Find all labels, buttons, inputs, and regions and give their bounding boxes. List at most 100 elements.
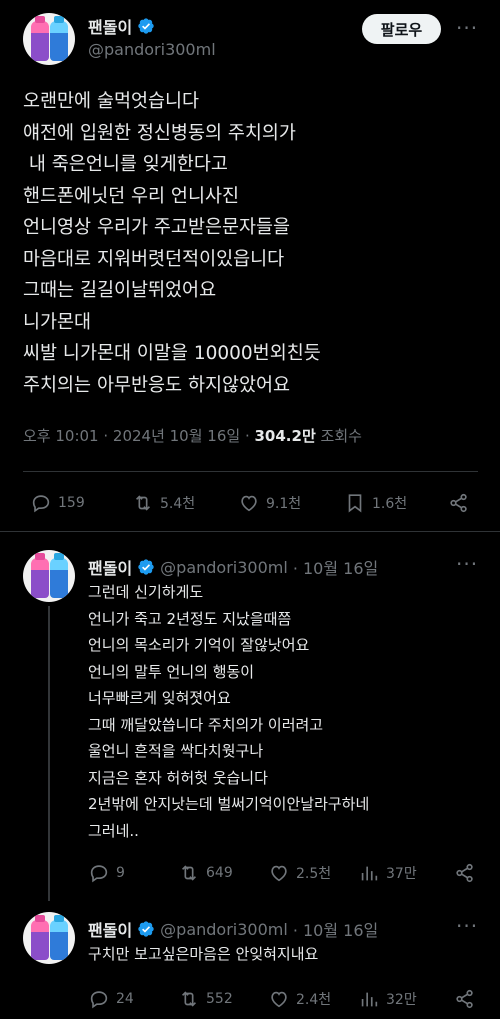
share-icon <box>456 863 473 883</box>
bottle-icon <box>50 553 68 598</box>
like-count: 9.1천 <box>266 496 302 512</box>
display-name[interactable]: 팬돌이 <box>88 14 132 38</box>
views-button[interactable]: 32만 <box>358 988 454 1010</box>
post-line: 구치만 보고싶은마음은 안잊혀지내요 <box>88 945 319 963</box>
repost-count: 649 <box>206 865 233 881</box>
thread-line <box>48 606 50 901</box>
reply-button[interactable]: 24 <box>88 988 178 1010</box>
heart-icon <box>271 991 287 1008</box>
author-handle[interactable]: @pandori300ml <box>88 40 216 59</box>
verified-badge-icon <box>138 18 154 34</box>
reply-count: 159 <box>58 495 85 511</box>
more-options-icon[interactable]: ··· <box>456 914 478 938</box>
share-button[interactable] <box>454 988 476 1010</box>
view-count: 304.2만 <box>254 427 316 445</box>
post-line: 씨발 니가몬대 이말을 10000번외친듯 <box>23 343 321 364</box>
share-button[interactable] <box>454 862 476 884</box>
analytics-icon <box>361 866 378 881</box>
repost-icon <box>181 865 197 881</box>
main-post: 팬돌이 @pandori300ml 팔로우 ··· 오랜만에 술먹엇습니다 얘전… <box>0 0 500 530</box>
repost-icon <box>181 991 197 1007</box>
like-count: 2.4천 <box>296 992 332 1008</box>
post-body: 오랜만에 술먹엇습니다 얘전에 입원한 정신병동의 주치의가 내 죽은언니를 잊… <box>23 86 483 401</box>
more-options-icon[interactable]: ··· <box>456 16 478 40</box>
view-count: 37만 <box>386 866 417 882</box>
like-button[interactable]: 2.5천 <box>268 862 358 884</box>
divider <box>23 471 478 472</box>
like-count: 2.5천 <box>296 866 332 882</box>
bottle-icon <box>31 553 49 598</box>
reply-icon <box>90 865 108 883</box>
post-line: 울언니 흔적을 싹다치웟구나 <box>88 742 264 760</box>
post-date[interactable]: · 10월 16일 <box>293 555 378 579</box>
post-line: 그런데 신기하게도 <box>88 583 204 601</box>
like-button[interactable]: 9.1천 <box>238 492 344 514</box>
more-options-icon[interactable]: ··· <box>456 552 478 576</box>
post-line: 2년밖에 안지낫는데 벌써기억이안날라구하네 <box>88 795 370 813</box>
post-line: 너무빠르게 잊혀졋어요 <box>88 689 231 707</box>
share-button[interactable] <box>448 492 470 514</box>
post-meta: 오후 10:01 · 2024년 10월 16일 · 304.2만 조회수 <box>23 425 362 446</box>
reply-count: 9 <box>116 865 125 881</box>
share-icon <box>456 989 473 1009</box>
reply-body: 구치만 보고싶은마음은 안잊혀지내요 <box>88 941 318 968</box>
verified-badge-icon <box>138 559 154 575</box>
display-name[interactable]: 팬돌이 <box>88 917 132 941</box>
heart-icon <box>241 495 257 512</box>
view-count: 32만 <box>386 992 417 1008</box>
repost-icon <box>135 495 151 511</box>
post-line: 핸드폰에닛던 우리 언니사진 <box>23 185 240 207</box>
post-line: 주치의는 아무반응도 하지않았어요 <box>23 374 291 396</box>
bottle-icon <box>50 915 68 960</box>
like-button[interactable]: 2.4천 <box>268 988 358 1010</box>
action-bar: 159 5.4천 9.1천 1.6천 <box>30 492 470 514</box>
post-line: 내 죽은언니를 잊게한다고 <box>23 154 228 175</box>
reply-button[interactable]: 159 <box>30 492 132 514</box>
repost-button[interactable]: 552 <box>178 988 268 1010</box>
author-name-row: 팬돌이 <box>88 14 155 38</box>
avatar[interactable] <box>23 13 75 65</box>
avatar[interactable] <box>23 912 75 964</box>
reply-count: 24 <box>116 991 134 1007</box>
post-line: 마음대로 지워버렷던적이있읍니다 <box>23 248 285 270</box>
post-line: 언니의 말투 언니의 행동이 <box>88 662 255 681</box>
bookmark-count: 1.6천 <box>372 496 408 512</box>
post-line: 니가몬대 <box>23 311 92 333</box>
reply-body: 그런데 신기하게도 언니가 죽고 2년정도 지났을때쯤 언니의 목소리가 기억이… <box>88 579 369 844</box>
post-line: 언니가 죽고 2년정도 지났을때쯤 <box>88 609 292 628</box>
divider <box>0 531 500 532</box>
author-name-row: 팬돌이 @pandori300ml · 10월 16일 <box>88 555 378 579</box>
post-line: 얘전에 입원한 정신병동의 주치의가 <box>23 122 296 144</box>
post-line: 그때는 길길이날뛰었어요 <box>23 280 217 301</box>
bookmark-button[interactable]: 1.6천 <box>344 492 448 514</box>
reply-icon <box>90 991 108 1009</box>
view-label: 조회수 <box>315 427 362 445</box>
reply-icon <box>32 495 50 513</box>
display-name[interactable]: 팬돌이 <box>88 555 132 579</box>
action-bar: 9 649 2.5천 37만 <box>88 862 476 884</box>
heart-icon <box>271 865 287 882</box>
post-line: 그러네.. <box>88 821 139 840</box>
avatar[interactable] <box>23 550 75 602</box>
post-date[interactable]: · 10월 16일 <box>293 917 378 941</box>
bottle-icon <box>31 915 49 960</box>
views-button[interactable]: 37만 <box>358 862 454 884</box>
analytics-icon <box>361 992 378 1007</box>
verified-badge-icon <box>138 921 154 937</box>
author-handle[interactable]: @pandori300ml <box>160 558 288 577</box>
post-line: 지금은 혼자 허허헛 웃습니다 <box>88 768 268 787</box>
action-bar: 24 552 2.4천 32만 <box>88 988 476 1010</box>
post-timestamp[interactable]: 오후 10:01 · 2024년 10월 16일 · <box>23 427 255 445</box>
post-line: 언니의 목소리가 기억이 잘않낫어요 <box>88 636 310 654</box>
bottle-icon <box>31 16 49 61</box>
post-line: 언니영상 우리가 주고받은문자들을 <box>23 217 291 238</box>
repost-count: 5.4천 <box>160 496 196 512</box>
share-icon <box>450 493 467 513</box>
repost-button[interactable]: 649 <box>178 862 268 884</box>
repost-button[interactable]: 5.4천 <box>132 492 238 514</box>
follow-button[interactable]: 팔로우 <box>362 14 441 44</box>
author-name-row: 팬돌이 @pandori300ml · 10월 16일 <box>88 917 378 941</box>
reply-button[interactable]: 9 <box>88 862 178 884</box>
author-handle[interactable]: @pandori300ml <box>160 920 288 939</box>
post-line: 그때 깨달았씁니다 주치의가 이러려고 <box>88 715 324 734</box>
